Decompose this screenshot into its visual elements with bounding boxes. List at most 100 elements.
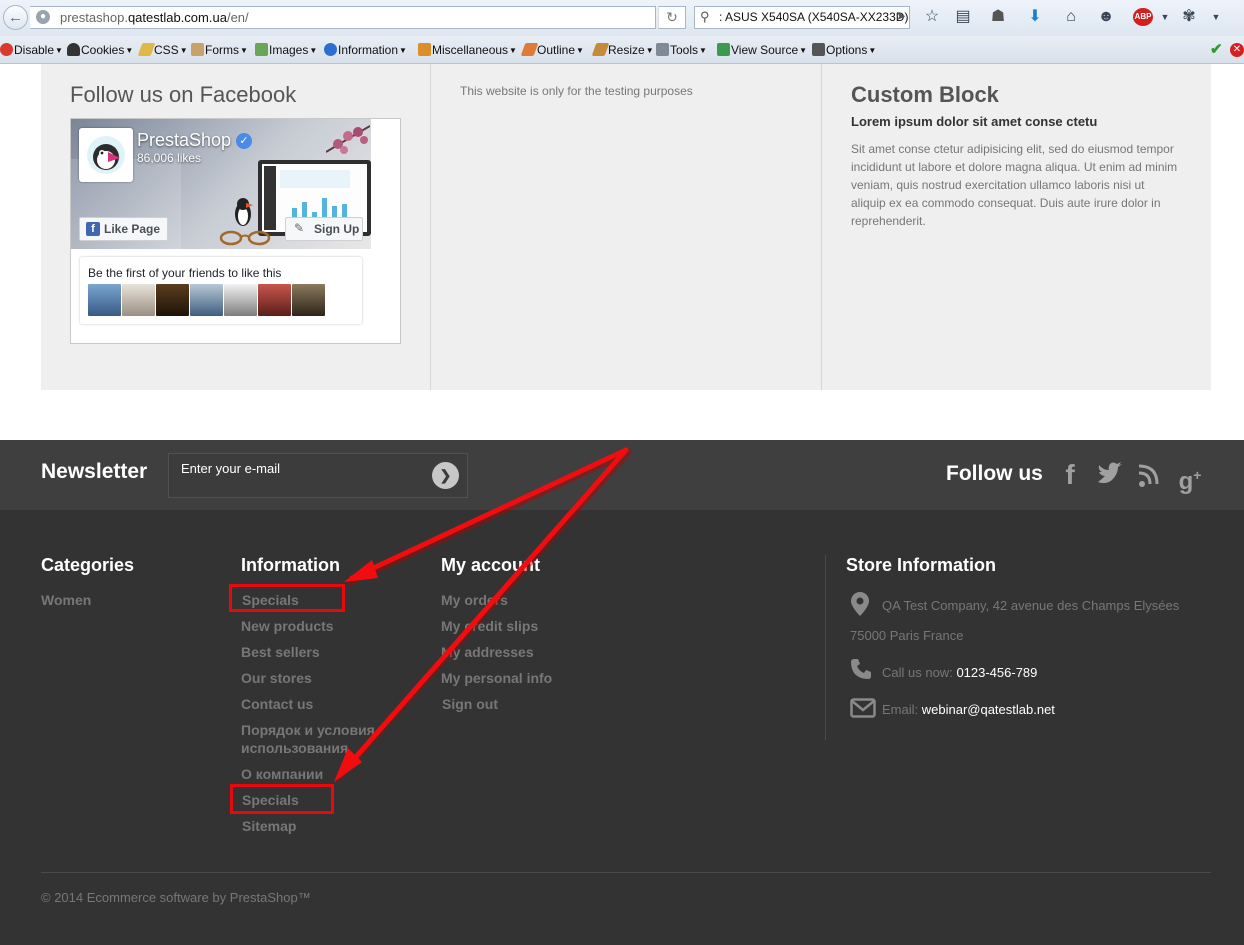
my-account-title: My account bbox=[441, 555, 541, 575]
devbar-images[interactable]: Images▼ bbox=[255, 43, 317, 59]
outline-pencil-icon bbox=[520, 43, 539, 56]
rss-icon[interactable] bbox=[1134, 458, 1166, 492]
facebook-icon[interactable]: f bbox=[1054, 458, 1086, 492]
footer-link-contact-us[interactable]: Contact us bbox=[241, 695, 313, 713]
store-information-title: Store Information bbox=[846, 555, 997, 575]
search-go-arrow-icon[interactable]: ➤ bbox=[896, 9, 906, 23]
reading-list-icon[interactable]: ▤ bbox=[952, 6, 974, 28]
reload-icon[interactable]: ↻ bbox=[658, 6, 686, 29]
devbar-label: CSS bbox=[154, 43, 179, 57]
globe-icon[interactable]: ● bbox=[36, 10, 50, 24]
chevron-down-icon: ▼ bbox=[509, 46, 517, 55]
glasses-image bbox=[219, 230, 271, 246]
prestashop-logo-avatar[interactable] bbox=[79, 128, 133, 182]
forms-icon bbox=[191, 43, 204, 56]
menu-chevron-icon[interactable]: ▼ bbox=[1205, 6, 1227, 28]
images-icon bbox=[255, 43, 268, 56]
chevron-down-icon: ▼ bbox=[576, 46, 584, 55]
friend-avatar[interactable] bbox=[292, 284, 325, 316]
cookies-icon bbox=[67, 43, 80, 56]
cherry-branch-image bbox=[326, 125, 370, 154]
custom-block-title: Custom Block bbox=[851, 82, 999, 107]
footer-link-personal-info[interactable]: My personal info bbox=[441, 669, 552, 687]
devbar-information[interactable]: Information▼ bbox=[324, 43, 407, 59]
google-plus-icon[interactable]: g+ bbox=[1174, 458, 1206, 495]
chevron-down-icon: ▼ bbox=[125, 46, 134, 55]
pencil-icon: ✎ bbox=[294, 221, 305, 235]
facebook-page-name[interactable]: PrestaShop bbox=[137, 130, 231, 151]
devbar-disable[interactable]: Disable▼ bbox=[0, 43, 63, 59]
store-email[interactable]: webinar@qatestlab.net bbox=[922, 702, 1055, 717]
follow-us-title: Follow us bbox=[946, 462, 1043, 485]
devbar-options[interactable]: Options▼ bbox=[812, 43, 876, 59]
friend-avatar[interactable] bbox=[258, 284, 291, 316]
store-address-line2: 75000 Paris France bbox=[850, 628, 964, 643]
devbar-label: Images bbox=[269, 43, 309, 57]
friend-avatar[interactable] bbox=[88, 284, 121, 316]
browser-search-field[interactable]: : ASUS X540SA (X540SA-XX233D) bbox=[694, 6, 910, 29]
footer-link-sign-out[interactable]: Sign out bbox=[442, 695, 498, 713]
devbar-cookies[interactable]: Cookies▼ bbox=[67, 43, 133, 59]
chat-icon[interactable]: ☻ bbox=[1095, 6, 1117, 28]
highlight-box-specials-first bbox=[229, 584, 345, 612]
url-prefix: prestashop. bbox=[60, 10, 128, 25]
store-phone[interactable]: 0123-456-789 bbox=[956, 665, 1037, 680]
chevron-down-icon: ▼ bbox=[240, 46, 248, 55]
devbar-label: Resize bbox=[608, 43, 645, 57]
devbar-css[interactable]: CSS▼ bbox=[137, 43, 188, 59]
url-suffix: /en/ bbox=[226, 10, 249, 25]
newsletter-submit-arrow-icon[interactable]: ❯ bbox=[432, 462, 459, 489]
validation-ok-icon[interactable]: ✔ bbox=[1210, 42, 1223, 59]
devbar-label: Tools bbox=[670, 43, 699, 57]
puffin-logo-icon bbox=[87, 136, 125, 174]
newsletter-title: Newsletter bbox=[41, 460, 148, 483]
pocket-icon[interactable]: ☗ bbox=[987, 6, 1009, 28]
footer-link-terms[interactable]: Порядок и условия использования bbox=[241, 721, 391, 757]
footer-link-credit-slips[interactable]: My credit slips bbox=[441, 617, 538, 635]
information-title: Information bbox=[241, 555, 340, 575]
adblock-icon[interactable]: ABP bbox=[1133, 8, 1153, 26]
tools-icon bbox=[656, 43, 669, 56]
devbar-outline[interactable]: Outline▼ bbox=[520, 43, 584, 59]
copyright-text: © 2014 Ecommerce software by PrestaShop™ bbox=[41, 890, 311, 905]
chevron-down-icon: ▼ bbox=[55, 46, 63, 55]
footer-link-our-stores[interactable]: Our stores bbox=[241, 669, 312, 687]
store-divider bbox=[825, 555, 826, 740]
search-icon[interactable]: ⚲ bbox=[700, 9, 710, 25]
devbar-forms[interactable]: Forms▼ bbox=[191, 43, 248, 59]
devbar-label: Information bbox=[338, 43, 399, 57]
footer-link-about[interactable]: О компании bbox=[241, 765, 323, 783]
friend-avatar[interactable] bbox=[190, 284, 223, 316]
friend-avatar[interactable] bbox=[156, 284, 189, 316]
devbar-view-source[interactable]: View Source▼ bbox=[717, 43, 807, 59]
adblock-menu-chevron-icon[interactable]: ▼ bbox=[1154, 6, 1176, 28]
chevron-down-icon: ▼ bbox=[699, 46, 707, 55]
envelope-icon bbox=[850, 698, 876, 718]
browser-toolbar: ← prestashop.qatestlab.com.ua/en/ ● ↻ : … bbox=[0, 0, 1244, 36]
close-toolbar-icon[interactable]: ✕ bbox=[1230, 43, 1244, 57]
newsletter-email-input[interactable] bbox=[168, 453, 468, 498]
addon-bug-icon[interactable]: ✾ bbox=[1178, 6, 1200, 28]
footer-link-sitemap[interactable]: Sitemap bbox=[242, 817, 296, 835]
footer-link-new-products[interactable]: New products bbox=[241, 617, 334, 635]
address-bar[interactable]: prestashop.qatestlab.com.ua/en/ bbox=[30, 6, 656, 29]
footer-link-addresses[interactable]: My addresses bbox=[441, 643, 534, 661]
bookmark-star-icon[interactable]: ☆ bbox=[921, 6, 943, 28]
resize-icon bbox=[591, 43, 610, 56]
facebook-block-title: Follow us on Facebook bbox=[70, 82, 297, 107]
footer-link-best-sellers[interactable]: Best sellers bbox=[241, 643, 320, 661]
friend-avatar[interactable] bbox=[224, 284, 257, 316]
back-arrow-icon[interactable]: ← bbox=[3, 5, 28, 30]
twitter-icon[interactable] bbox=[1094, 458, 1126, 492]
download-icon[interactable]: ⬇ bbox=[1024, 6, 1046, 28]
devbar-tools[interactable]: Tools▼ bbox=[656, 43, 707, 59]
footer-link-my-orders[interactable]: My orders bbox=[441, 591, 508, 609]
dashboard-sidebar bbox=[264, 166, 276, 230]
devbar-label: Disable bbox=[14, 43, 55, 57]
devbar-resize[interactable]: Resize▼ bbox=[591, 43, 654, 59]
chevron-down-icon: ▼ bbox=[309, 46, 318, 55]
friend-avatar[interactable] bbox=[122, 284, 155, 316]
footer-link-women[interactable]: Women bbox=[41, 591, 91, 609]
devbar-miscellaneous[interactable]: Miscellaneous▼ bbox=[418, 43, 517, 59]
home-icon[interactable]: ⌂ bbox=[1060, 6, 1082, 28]
